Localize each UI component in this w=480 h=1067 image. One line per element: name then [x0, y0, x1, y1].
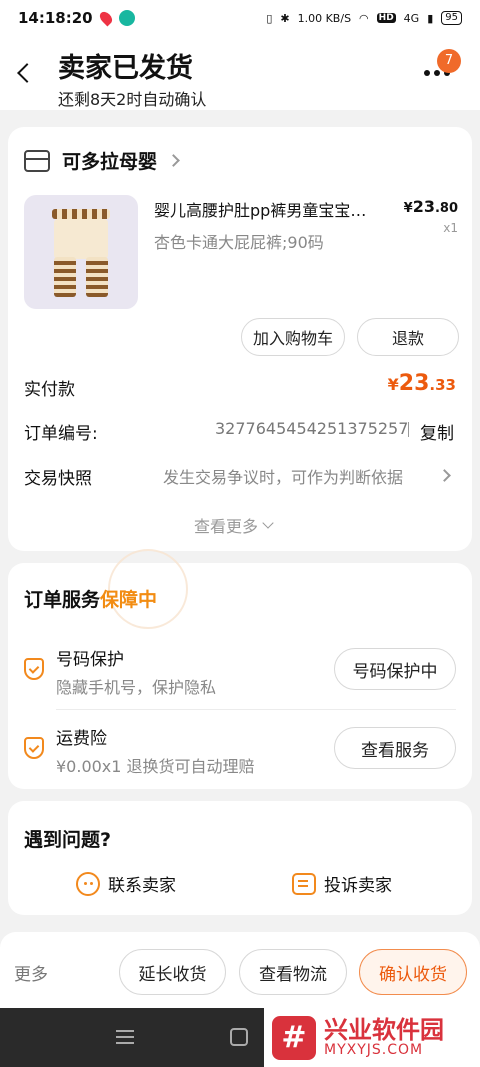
view-more-label: 查看更多 — [194, 517, 259, 536]
message-badge: 7 — [437, 49, 461, 73]
system-nav-bar: # 兴业软件园 MYXYJS.COM — [0, 1008, 480, 1067]
paid-cents: .33 — [429, 376, 456, 394]
complain-seller-button[interactable]: 投诉卖家 — [292, 871, 392, 896]
more-actions[interactable]: 更多 — [14, 960, 48, 985]
product-quantity: x1 — [443, 221, 458, 235]
order-number-label: 订单编号: — [24, 424, 98, 444]
paid-main: 23 — [398, 371, 430, 396]
price-cents: .80 — [434, 201, 458, 216]
menu-icon[interactable] — [116, 1030, 134, 1044]
shield-check-icon — [24, 658, 44, 680]
back-arrow-icon[interactable] — [17, 63, 37, 83]
number-protection-button[interactable]: 号码保护中 — [334, 648, 456, 690]
home-icon[interactable] — [230, 1028, 248, 1046]
watermark-title: 兴业软件园 — [324, 1015, 444, 1044]
product-variant: 杏色卡通大屁屁裤;90码 — [154, 233, 324, 252]
confirm-receipt-button[interactable]: 确认收货 — [359, 949, 467, 995]
snapshot-hint[interactable]: 发生交易争议时，可作为判断依据 — [163, 464, 403, 488]
chat-face-icon — [76, 871, 100, 896]
page-header: 卖家已发货 还剩8天2时自动确认 7 — [0, 36, 480, 110]
location-pin-icon — [97, 9, 115, 27]
help-title: 遇到问题? — [24, 829, 112, 851]
view-more-button[interactable]: 查看更多 — [194, 513, 274, 537]
network-speed: 1.00 KB/S — [297, 11, 352, 25]
product-image[interactable] — [24, 195, 138, 309]
snapshot-label[interactable]: 交易快照 — [24, 464, 92, 489]
chat-app-icon — [118, 10, 135, 26]
chevron-down-icon — [262, 517, 274, 529]
service-title-text: 订单服务 — [24, 589, 101, 611]
wifi-icon: ◠ — [359, 11, 369, 25]
price-currency: ¥ — [403, 201, 413, 216]
page-title: 卖家已发货 — [58, 53, 193, 84]
chevron-right-icon — [438, 469, 451, 482]
bluetooth-icon: ✱ — [280, 11, 290, 25]
divider — [408, 422, 409, 437]
watermark-url: MYXYJS.COM — [324, 1042, 424, 1058]
paid-amount: ¥23.33 — [388, 371, 456, 396]
status-bar: 14:18:20 ▯ ✱ 1.00 KB/S ◠ HD 4G ▮ 95 — [0, 0, 480, 36]
shop-icon — [24, 149, 50, 172]
signal-icon: ▮ — [427, 11, 434, 25]
shop-name: 可多拉母婴 — [62, 151, 158, 173]
service-item-desc: 隐藏手机号，保护隐私 — [56, 678, 217, 697]
price-main: 23 — [412, 197, 435, 216]
shield-check-icon — [24, 737, 44, 759]
site-watermark: # 兴业软件园 MYXYJS.COM — [264, 1008, 480, 1067]
contact-seller-label: 联系卖家 — [108, 876, 176, 896]
extend-receipt-button[interactable]: 延长收货 — [119, 949, 226, 995]
order-service-card: 订单服务保障中 号码保护 隐藏手机号，保护隐私 号码保护中 运费险 ¥0.00x… — [8, 549, 472, 789]
baby-pants-image — [52, 209, 110, 297]
refund-button[interactable]: 退款 — [357, 318, 459, 356]
cell-signal-label: 4G — [403, 11, 420, 25]
copy-order-number-button[interactable]: 复制 — [420, 419, 454, 444]
battery-icon: 95 — [441, 11, 462, 25]
watermark-texts: 兴业软件园 MYXYJS.COM — [324, 1015, 444, 1059]
order-card: 可多拉母婴 婴儿高腰护肚pp裤男童宝宝… 杏色卡通大屁屁裤;90码 ¥23.80… — [8, 127, 472, 551]
service-status: 保障中 — [100, 589, 158, 611]
order-number-value: 3277645454251375257 — [215, 419, 409, 438]
service-item-desc: ¥0.00x1 退换货可自动理赔 — [56, 757, 255, 776]
product-price: ¥23.80 — [404, 197, 458, 216]
service-item-name: 运费险 — [56, 729, 107, 749]
chevron-right-icon — [167, 154, 180, 167]
service-title: 订单服务保障中 — [24, 585, 157, 612]
paid-label: 实付款 — [24, 380, 75, 400]
complaint-icon — [292, 872, 316, 895]
status-left: 14:18:20 — [18, 9, 135, 27]
hd-indicator: HD — [376, 13, 396, 23]
auto-confirm-countdown: 还剩8天2时自动确认 — [58, 90, 207, 109]
status-right: ▯ ✱ 1.00 KB/S ◠ HD 4G ▮ 95 — [266, 11, 462, 25]
watermark-logo: # — [272, 1015, 316, 1060]
status-time: 14:18:20 — [18, 9, 93, 27]
shop-header[interactable]: 可多拉母婴 — [24, 147, 180, 174]
vibrate-icon: ▯ — [266, 11, 273, 25]
divider — [56, 709, 456, 710]
view-service-button[interactable]: 查看服务 — [334, 727, 456, 769]
bottom-action-bar: 更多 延长收货 查看物流 确认收货 — [0, 932, 480, 1008]
service-item-name: 号码保护 — [56, 650, 124, 670]
help-card: 遇到问题? 联系卖家 投诉卖家 — [8, 801, 472, 915]
paid-currency: ¥ — [387, 375, 399, 394]
add-to-cart-button[interactable]: 加入购物车 — [241, 318, 345, 356]
product-title[interactable]: 婴儿高腰护肚pp裤男童宝宝… — [154, 197, 394, 221]
contact-seller-button[interactable]: 联系卖家 — [76, 871, 176, 896]
complain-seller-label: 投诉卖家 — [324, 876, 392, 896]
view-logistics-button[interactable]: 查看物流 — [239, 949, 347, 995]
